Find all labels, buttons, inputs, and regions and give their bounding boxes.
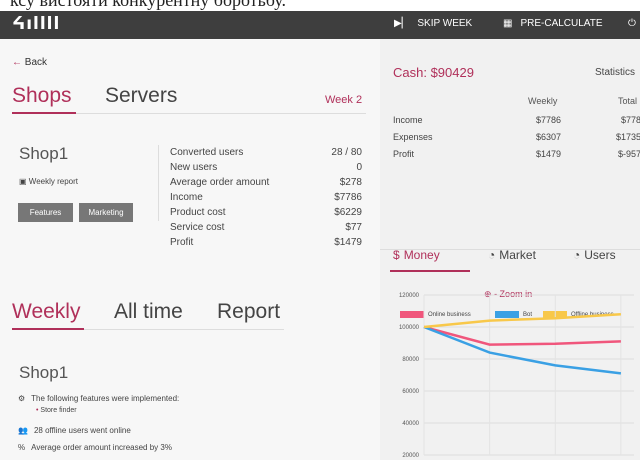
series-line-2: [423, 312, 621, 329]
col-weekly: Weekly: [528, 96, 558, 106]
stat-label: Converted users: [170, 147, 244, 158]
y-tick-label: 20000: [402, 453, 419, 459]
tab-all-time[interactable]: All time: [114, 300, 183, 324]
skip-week-button[interactable]: ▶▏ SKIP WEEK: [394, 18, 472, 29]
shop-name: Shop1: [19, 144, 69, 163]
stat-label: Average order amount: [170, 177, 270, 188]
power-icon[interactable]: ⏻: [628, 18, 636, 29]
tab-servers[interactable]: Servers: [105, 84, 177, 108]
divider: [76, 113, 366, 114]
money-chart: 120000 100000 80000 60000 40000 20000: [399, 293, 634, 459]
report-users-text: 28 offline users went online: [33, 426, 131, 435]
pre-calculate-button[interactable]: ▦ PRE-CALCULATE: [503, 18, 603, 29]
page-caption: ксу вистояти конкурентну боротьбу.: [0, 0, 640, 11]
report-features-text: The following features were implemented:: [31, 394, 180, 403]
y-tick-label: 60000: [402, 389, 419, 395]
stat-value: $6229: [334, 207, 362, 218]
summary-row-label: Profit: [393, 149, 415, 159]
weekly-report-label: Weekly report: [28, 177, 78, 186]
calendar-icon: ▣: [19, 177, 27, 186]
marketing-button[interactable]: Marketing: [79, 203, 133, 222]
summary-row-total: $-9570: [617, 149, 640, 159]
y-tick-label: 100000: [399, 325, 420, 331]
report-order-line: % Average order amount increased by 3%: [18, 443, 172, 452]
series-line-0: [423, 325, 621, 346]
col-total: Total: [618, 96, 638, 106]
stat-value: 28 / 80: [331, 147, 362, 158]
report-users-line: 👥 28 offline users went online: [18, 426, 131, 435]
stat-label: Profit: [170, 237, 194, 248]
summary-row-label: Income: [393, 115, 423, 125]
tab-money-label: Money: [403, 248, 440, 262]
users-icon: 👥: [18, 426, 28, 435]
back-link[interactable]: ← Back: [12, 57, 47, 68]
week-label: Week 2: [325, 94, 363, 106]
app-logo[interactable]: ᔦıllll: [12, 14, 60, 34]
y-tick-label: 40000: [402, 421, 419, 427]
divider-bottom: [84, 329, 284, 330]
statistics-label[interactable]: Statistics: [595, 67, 635, 78]
summary-row-total: $17357: [615, 132, 640, 142]
tab-shops[interactable]: Shops: [12, 84, 72, 108]
skip-week-label: SKIP WEEK: [417, 18, 473, 29]
report-bullet-text: Store finder: [40, 407, 77, 414]
stat-value: $7786: [334, 192, 362, 203]
summary-row-label: Expenses: [393, 132, 433, 142]
report-features-line: ⚙ The following features were implemente…: [18, 394, 179, 403]
pie-chart-icon: ◔: [488, 248, 496, 262]
tab-market-label: Market: [499, 248, 536, 262]
y-tick-label: 120000: [399, 293, 420, 299]
top-toolbar: ᔦıllll ▶▏ SKIP WEEK ▦ PRE-CALCULATE ⏻: [0, 10, 640, 39]
skip-icon: ▶▏: [394, 18, 410, 29]
features-button[interactable]: Features: [18, 203, 73, 222]
summary-row-weekly: $6307: [535, 132, 561, 142]
weekly-report-link[interactable]: ▣ Weekly report: [19, 177, 78, 186]
cash-label: Cash: $90429: [393, 65, 474, 80]
chart-tabbar: [380, 208, 640, 250]
report-shop-name: Shop1: [19, 363, 69, 382]
bullet-dot: •: [36, 407, 39, 414]
back-arrow-icon: ←: [12, 57, 22, 68]
calculator-icon: ▦: [503, 18, 513, 29]
report-order-text: Average order amount increased by 3%: [31, 443, 172, 452]
tab-users[interactable]: ◔ Users: [573, 248, 616, 262]
stat-label: New users: [170, 162, 218, 173]
tab-weekly-underline: [12, 328, 84, 330]
summary-row-total: $7787: [620, 115, 640, 125]
stat-label: Income: [170, 192, 203, 203]
percent-icon: %: [18, 443, 26, 452]
summary-row-weekly: $1479: [535, 149, 561, 159]
stat-label: Product cost: [170, 207, 226, 218]
stats-divider: [158, 145, 159, 221]
tab-market[interactable]: ◔ Market: [488, 248, 536, 262]
back-label: Back: [24, 57, 48, 68]
report-bullet: • Store finder: [36, 407, 77, 414]
stat-value: 0: [356, 162, 362, 173]
stat-label: Service cost: [170, 222, 225, 233]
y-tick-label: 80000: [402, 357, 419, 363]
tab-report[interactable]: Report: [217, 300, 280, 324]
stat-value: $278: [339, 177, 362, 188]
tab-users-label: Users: [584, 248, 616, 262]
tab-money[interactable]: $ Money: [393, 248, 440, 262]
summary-row-weekly: $7786: [535, 115, 561, 125]
pie-chart-icon: ◔: [573, 248, 581, 262]
stat-value: $77: [345, 222, 362, 233]
tab-shops-underline: [12, 112, 76, 114]
money-bag-icon: $: [393, 248, 400, 262]
gears-icon: ⚙: [18, 394, 26, 403]
tab-weekly[interactable]: Weekly: [12, 300, 80, 324]
stat-value: $1479: [334, 237, 362, 248]
pre-calculate-label: PRE-CALCULATE: [520, 18, 603, 29]
